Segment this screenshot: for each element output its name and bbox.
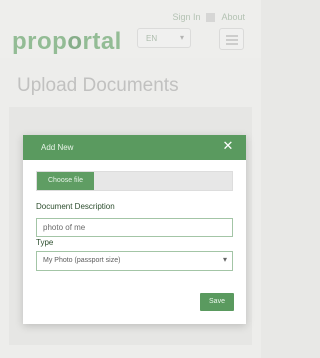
type-select[interactable]: My Photo (passport size) ▾ (36, 251, 233, 271)
close-icon[interactable]: ✕ (221, 139, 235, 153)
page: Sign In About proportal EN ▾ Upload Docum… (0, 0, 261, 358)
save-button[interactable]: Save (200, 293, 234, 311)
chevron-down-icon: ▾ (222, 255, 227, 264)
type-value: My Photo (passport size) (43, 257, 121, 264)
description-label: Document Description (36, 202, 115, 211)
description-input[interactable]: photo of me (36, 218, 233, 237)
modal-title: Add New (41, 143, 74, 152)
file-picker[interactable]: Choose file (36, 171, 233, 191)
type-label: Type (36, 238, 54, 247)
add-new-modal: Add New ✕ Choose file Document Descripti… (23, 135, 246, 324)
choose-file-button[interactable]: Choose file (37, 172, 94, 190)
modal-header: Add New ✕ (23, 135, 246, 160)
